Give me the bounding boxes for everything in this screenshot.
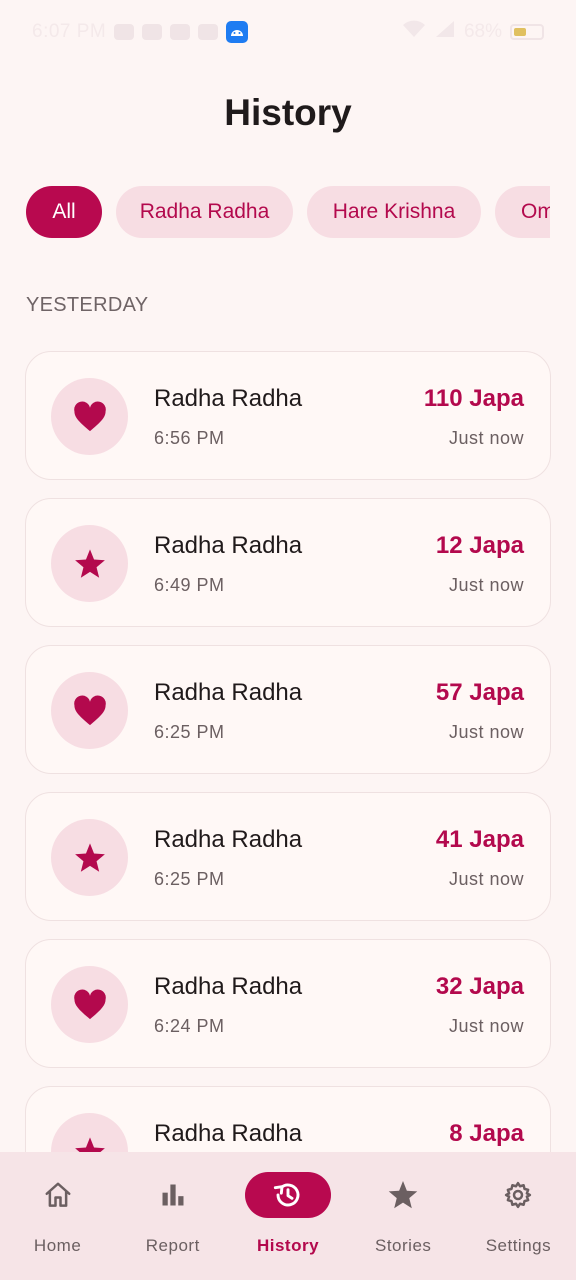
filter-chip-hare-krishna[interactable]: Hare Krishna <box>307 186 481 238</box>
filter-chip-radha-radha[interactable]: Radha Radha <box>116 186 293 238</box>
history-card[interactable]: Radha Radha 6:49 PM 12 Japa Just now <box>25 498 551 627</box>
card-time: 6:25 PM <box>154 722 225 742</box>
section-header-yesterday: YESTERDAY <box>26 294 149 316</box>
page-title: History <box>224 92 352 133</box>
nav-item-report[interactable]: Report <box>115 1152 230 1280</box>
battery-percent: 68% <box>463 21 502 42</box>
nav-label-settings: Settings <box>485 1236 552 1255</box>
card-mantra-name: Radha Radha <box>154 1120 303 1147</box>
notification-icon <box>142 24 163 40</box>
nav-item-home[interactable]: Home <box>0 1152 115 1280</box>
nav-item-history[interactable]: History <box>230 1152 345 1280</box>
nav-label-history: History <box>256 1236 320 1255</box>
heart-icon <box>51 966 128 1043</box>
heart-icon <box>51 672 128 749</box>
history-card[interactable]: Radha Radha 6:24 PM 32 Japa Just now <box>25 939 551 1068</box>
status-time: 6:07 PM <box>32 21 107 42</box>
card-relative-time: Just now <box>448 722 524 742</box>
notification-icon <box>198 24 219 40</box>
filter-chip-all[interactable]: All <box>26 186 102 238</box>
notification-icon <box>170 24 191 40</box>
star-icon <box>51 525 128 602</box>
bar-chart-icon <box>130 1172 216 1218</box>
card-relative-time: Just now <box>448 1016 524 1036</box>
signal-icon <box>434 20 456 44</box>
bottom-navigation: Home Report History Stories Settings <box>0 1152 576 1280</box>
history-card[interactable]: Radha Radha 6:25 PM 57 Japa Just now <box>25 645 551 774</box>
card-japa-count: 32 Japa <box>435 973 524 1000</box>
nav-item-stories[interactable]: Stories <box>346 1152 461 1280</box>
filter-chips: All Radha Radha Hare Krishna Om <box>26 186 550 238</box>
history-card[interactable]: Radha Radha 6:25 PM 41 Japa Just now <box>25 792 551 921</box>
card-mantra-name: Radha Radha <box>154 679 303 706</box>
nav-label-stories: Stories <box>375 1236 432 1255</box>
nav-label-home: Home <box>33 1236 82 1255</box>
card-japa-count: 110 Japa <box>423 385 524 412</box>
heart-icon <box>51 378 128 455</box>
history-card[interactable]: Radha Radha 6:56 PM 110 Japa Just now <box>25 351 551 480</box>
filter-chip-om[interactable]: Om <box>495 186 550 238</box>
card-relative-time: Just now <box>448 428 524 448</box>
card-japa-count: 41 Japa <box>435 826 524 853</box>
nav-item-settings[interactable]: Settings <box>461 1152 576 1280</box>
card-mantra-name: Radha Radha <box>154 826 303 853</box>
card-japa-count: 8 Japa <box>449 1120 524 1147</box>
home-icon <box>15 1172 101 1218</box>
card-mantra-name: Radha Radha <box>154 385 303 412</box>
card-time: 6:56 PM <box>154 428 225 448</box>
nav-label-report: Report <box>145 1236 200 1255</box>
star-icon <box>360 1172 446 1218</box>
status-right: 68% <box>402 20 544 44</box>
card-time: 6:25 PM <box>154 869 225 889</box>
status-left: 6:07 PM <box>32 21 249 43</box>
card-relative-time: Just now <box>448 575 524 595</box>
card-japa-count: 57 Japa <box>435 679 524 706</box>
card-mantra-name: Radha Radha <box>154 532 303 559</box>
wifi-icon <box>402 20 426 44</box>
star-icon <box>51 819 128 896</box>
notification-icon <box>114 24 135 40</box>
android-app-icon <box>226 21 249 43</box>
card-relative-time: Just now <box>448 869 524 889</box>
card-time: 6:49 PM <box>154 575 225 595</box>
card-time: 6:24 PM <box>154 1016 225 1036</box>
history-icon <box>245 1172 331 1218</box>
card-mantra-name: Radha Radha <box>154 973 303 1000</box>
history-list: Radha Radha 6:56 PM 110 Japa Just now Ra… <box>25 351 551 1233</box>
card-japa-count: 12 Japa <box>435 532 524 559</box>
gear-icon <box>475 1172 561 1218</box>
history-screen: 6:07 PM 68% History All Radha Radha Hare… <box>0 0 576 1280</box>
battery-icon <box>510 24 544 40</box>
status-bar: 6:07 PM 68% <box>0 0 576 64</box>
